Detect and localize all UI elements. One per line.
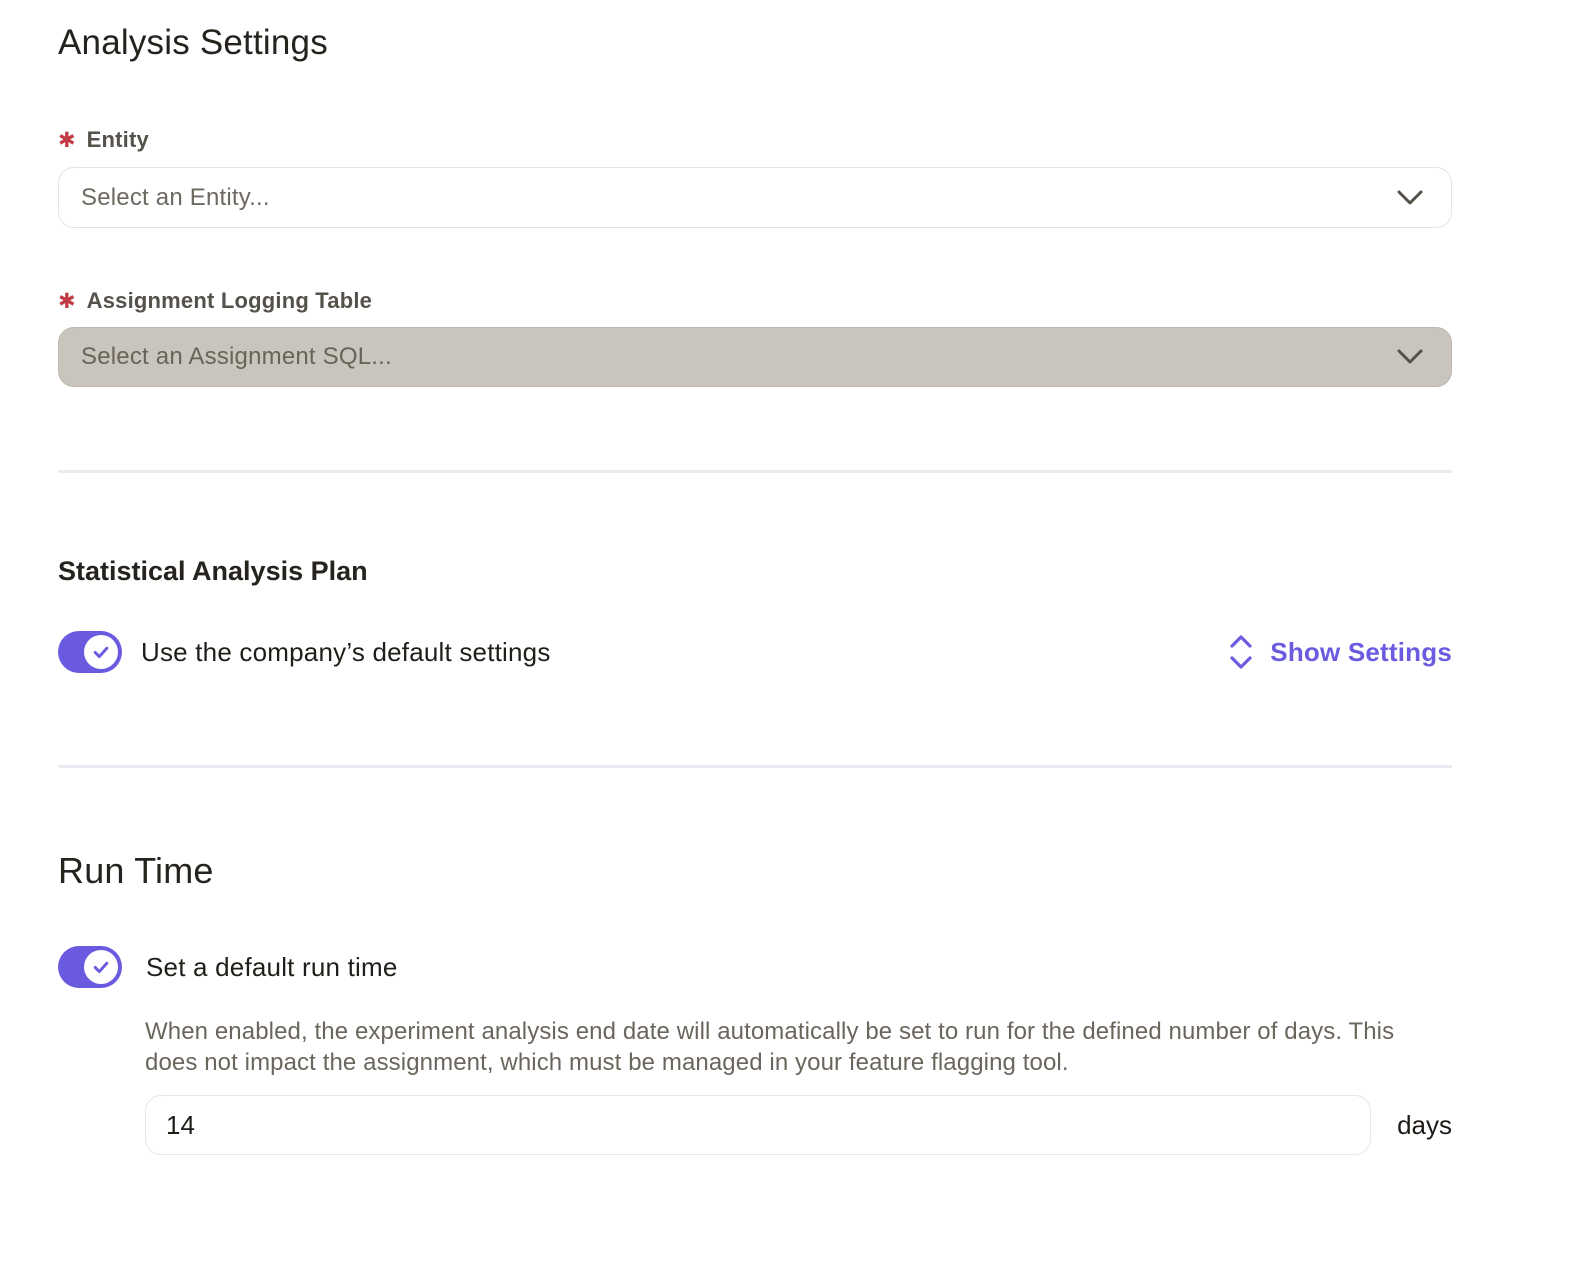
- toggle-knob: [84, 635, 118, 669]
- entity-label: Entity: [87, 127, 149, 153]
- check-icon: [91, 642, 111, 662]
- run-time-description: When enabled, the experiment analysis en…: [145, 1016, 1452, 1078]
- assignment-sql-select-placeholder: Select an Assignment SQL...: [81, 343, 392, 371]
- days-input[interactable]: [145, 1095, 1371, 1155]
- run-time-heading: Run Time: [58, 847, 1452, 894]
- run-time-input-row: days: [145, 1095, 1452, 1155]
- days-unit-label: days: [1397, 1110, 1452, 1141]
- default-settings-toggle-row: Use the company’s default settings Show …: [58, 631, 1452, 673]
- entity-select-placeholder: Select an Entity...: [81, 184, 270, 212]
- default-settings-toggle[interactable]: [58, 631, 122, 673]
- show-settings-link[interactable]: Show Settings: [1228, 632, 1452, 672]
- chevron-down-icon: [1397, 349, 1423, 365]
- entity-select[interactable]: Select an Entity...: [58, 167, 1452, 228]
- check-icon: [91, 957, 111, 977]
- required-asterisk-icon: ✱: [58, 130, 76, 151]
- toggle-knob: [84, 950, 118, 984]
- section-divider: [58, 470, 1452, 473]
- entity-label-row: ✱ Entity: [58, 127, 1452, 153]
- chevron-down-icon: [1397, 190, 1423, 206]
- run-time-toggle-row: Set a default run time: [58, 946, 1452, 988]
- run-time-toggle-label: Set a default run time: [146, 952, 398, 983]
- assignment-logging-table-label: Assignment Logging Table: [87, 288, 373, 314]
- assignment-sql-select: Select an Assignment SQL...: [58, 327, 1452, 387]
- assignment-label-row: ✱ Assignment Logging Table: [58, 288, 1452, 314]
- analysis-settings-page: Analysis Settings ✱ Entity Select an Ent…: [0, 0, 1572, 1264]
- run-time-toggle[interactable]: [58, 946, 122, 988]
- default-settings-toggle-label: Use the company’s default settings: [141, 637, 551, 668]
- show-settings-label: Show Settings: [1270, 637, 1452, 668]
- statistical-analysis-plan-heading: Statistical Analysis Plan: [58, 553, 1452, 589]
- required-asterisk-icon: ✱: [58, 291, 76, 312]
- section-divider: [58, 765, 1452, 768]
- expand-chevrons-icon: [1228, 632, 1254, 672]
- page-title: Analysis Settings: [58, 20, 1452, 66]
